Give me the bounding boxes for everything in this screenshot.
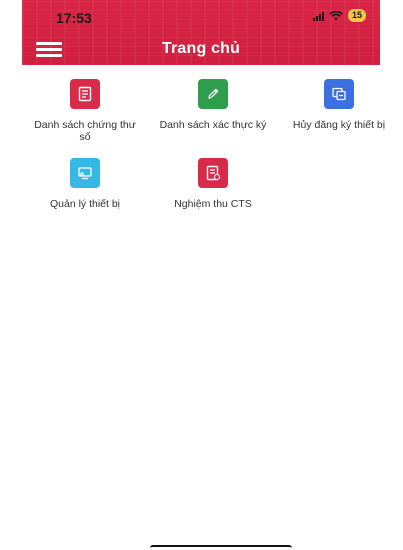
tile-unregister-device[interactable]: Hủy đăng ký thiết bị xyxy=(284,79,394,131)
tile-label: Danh sách chứng thư số xyxy=(34,119,136,143)
page-title: Trang chủ xyxy=(161,40,241,57)
acceptance-document-icon xyxy=(198,158,228,188)
battery-badge: 15 xyxy=(347,9,366,22)
tile-label: Hủy đăng ký thiết bị xyxy=(292,119,386,131)
tile-label: Quản lý thiết bị xyxy=(49,198,121,210)
wifi-icon xyxy=(329,10,343,20)
tile-signature-list[interactable]: Danh sách xác thực ký xyxy=(158,79,268,131)
document-list-icon xyxy=(70,79,100,109)
pencil-icon xyxy=(198,79,228,109)
device-copy-icon xyxy=(324,79,354,109)
tile-device-management[interactable]: Quản lý thiết bị xyxy=(30,158,140,210)
tile-label: Danh sách xác thực ký xyxy=(159,119,267,131)
home-indicator[interactable] xyxy=(150,545,292,550)
device-manage-icon xyxy=(70,158,100,188)
status-indicators: 15 xyxy=(312,9,366,22)
status-time: 17:53 xyxy=(56,10,92,26)
app-screen: 17:53 15 Trang chủ Danh sách chứng thư s… xyxy=(0,0,403,550)
app-header: 17:53 15 Trang chủ xyxy=(22,0,380,65)
tile-label: Nghiệm thu CTS xyxy=(174,198,252,210)
tile-cts-acceptance[interactable]: Nghiệm thu CTS xyxy=(158,158,268,210)
tile-certificate-list[interactable]: Danh sách chứng thư số xyxy=(30,79,140,143)
signal-icon xyxy=(312,11,324,21)
